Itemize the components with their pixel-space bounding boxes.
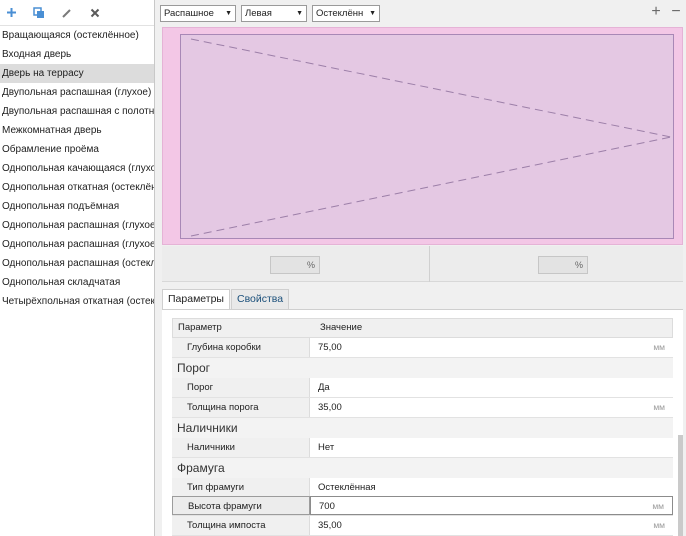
value-text: 700 bbox=[319, 501, 335, 512]
value-text: 35,00 bbox=[318, 520, 342, 531]
right-percent-field[interactable]: % bbox=[538, 256, 588, 274]
minus-icon[interactable]: − bbox=[668, 4, 684, 20]
unit-label: мм bbox=[652, 501, 664, 511]
unit-label: мм bbox=[653, 402, 665, 412]
opening-type-select[interactable]: Распашное ▼ bbox=[160, 4, 236, 22]
param-name: Глубина коробки bbox=[172, 338, 310, 357]
table-row[interactable]: Высота фрамуги 700 мм bbox=[172, 496, 673, 516]
percent-unit: % bbox=[574, 260, 583, 270]
chevron-down-icon: ▼ bbox=[369, 9, 376, 17]
tab-parameters[interactable]: Параметры bbox=[162, 289, 230, 309]
type-list-item[interactable]: Входная дверь bbox=[0, 45, 154, 64]
column-header-value: Значение bbox=[320, 322, 363, 333]
transom-height-input[interactable]: 700 мм bbox=[310, 496, 673, 515]
opening-toolbar: Распашное ▼ Левая ▼ Остеклённ ▼ + − bbox=[160, 0, 686, 26]
param-name: Толщина порога bbox=[172, 398, 310, 417]
table-row[interactable]: Наличники Нет bbox=[172, 438, 673, 458]
type-list-item[interactable]: Однопольная подъёмная bbox=[0, 197, 154, 216]
table-row[interactable]: Толщина импоста 35,00 мм bbox=[172, 516, 673, 536]
property-grid: Параметр Значение Глубина коробки 75,00 … bbox=[162, 309, 683, 536]
type-list-item[interactable]: Однопольная распашная (глухое т bbox=[0, 235, 154, 254]
tab-bar: Параметры Свойства bbox=[162, 289, 290, 309]
table-row[interactable]: Порог Да bbox=[172, 378, 673, 398]
type-list-item[interactable]: Однопольная распашная (остеклё bbox=[0, 254, 154, 273]
param-value[interactable]: Нет bbox=[310, 438, 673, 457]
type-list-item[interactable]: Двупольная распашная (глухое) bbox=[0, 83, 154, 102]
divider bbox=[429, 246, 430, 282]
param-name: Тип фрамуги bbox=[172, 478, 310, 497]
type-list-item[interactable]: Однопольная откатная (остеклённ bbox=[0, 178, 154, 197]
unit-label: мм bbox=[653, 342, 665, 352]
door-type-list: Вращающаяся (остеклённое) Входная дверь … bbox=[0, 26, 154, 311]
param-value[interactable]: 75,00 мм bbox=[310, 338, 673, 357]
column-header-parameter: Параметр bbox=[178, 322, 222, 333]
value-text: 75,00 bbox=[318, 342, 342, 353]
type-list-item-selected[interactable]: Дверь на террасу bbox=[0, 64, 154, 83]
left-percent-field[interactable]: % bbox=[270, 256, 320, 274]
edit-icon[interactable] bbox=[60, 6, 74, 20]
value-text: Да bbox=[318, 382, 330, 393]
table-row[interactable]: Толщина порога 35,00 мм bbox=[172, 398, 673, 418]
chevron-down-icon: ▼ bbox=[225, 9, 232, 17]
param-value[interactable]: Да bbox=[310, 378, 673, 397]
value-text: Остеклённая bbox=[318, 482, 376, 493]
param-value[interactable]: Остеклённая bbox=[310, 478, 673, 497]
param-name: Высота фрамуги bbox=[172, 496, 310, 515]
size-ratio-row: % % bbox=[162, 246, 683, 282]
copy-icon[interactable] bbox=[32, 6, 46, 20]
type-list-item[interactable]: Межкомнатная дверь bbox=[0, 121, 154, 140]
type-list-item[interactable]: Четырёхпольная откатная (остекл bbox=[0, 292, 154, 311]
fill-select[interactable]: Остеклённ ▼ bbox=[312, 4, 380, 22]
chevron-down-icon: ▼ bbox=[296, 9, 303, 17]
type-toolbar bbox=[0, 0, 154, 26]
table-row[interactable]: Тип фрамуги Остеклённая bbox=[172, 478, 673, 498]
tab-properties[interactable]: Свойства bbox=[230, 289, 290, 309]
grid-header: Параметр Значение bbox=[172, 318, 673, 338]
value-text: Нет bbox=[318, 442, 335, 453]
door-preview-panel[interactable] bbox=[180, 34, 674, 239]
unit-label: мм bbox=[653, 520, 665, 530]
side-select[interactable]: Левая ▼ bbox=[241, 4, 307, 22]
param-name: Толщина импоста bbox=[172, 516, 310, 535]
group-header-transom[interactable]: Фрамуга bbox=[172, 458, 673, 478]
group-header-threshold[interactable]: Порог bbox=[172, 358, 673, 378]
type-list-item[interactable]: Однопольная распашная (глухое с bbox=[0, 216, 154, 235]
delete-icon[interactable] bbox=[88, 6, 102, 20]
type-list-item[interactable]: Вращающаяся (остеклённое) bbox=[0, 26, 154, 45]
table-row[interactable]: Глубина коробки 75,00 мм bbox=[172, 338, 673, 358]
param-value[interactable]: 35,00 мм bbox=[310, 398, 673, 417]
door-preview-frame bbox=[162, 27, 683, 245]
percent-unit: % bbox=[306, 260, 315, 270]
type-list-item[interactable]: Однопольная складчатая bbox=[0, 273, 154, 292]
fill-value: Остеклённ bbox=[316, 7, 364, 19]
group-header-trim[interactable]: Наличники bbox=[172, 418, 673, 438]
type-list-item[interactable]: Однопольная качающаяся (глухое bbox=[0, 159, 154, 178]
scrollbar[interactable] bbox=[678, 435, 683, 536]
param-name: Порог bbox=[172, 378, 310, 397]
opening-type-value: Распашное bbox=[164, 7, 214, 19]
add-icon[interactable] bbox=[4, 6, 18, 20]
side-value: Левая bbox=[245, 7, 272, 19]
param-name: Наличники bbox=[172, 438, 310, 457]
door-type-panel: Вращающаяся (остеклённое) Входная дверь … bbox=[0, 0, 155, 536]
plus-icon[interactable]: + bbox=[648, 4, 664, 20]
type-list-item[interactable]: Двупольная распашная с полотна bbox=[0, 102, 154, 121]
type-list-item[interactable]: Обрамление проёма bbox=[0, 140, 154, 159]
value-text: 35,00 bbox=[318, 402, 342, 413]
door-opening-lines bbox=[190, 38, 672, 237]
param-value[interactable]: 35,00 мм bbox=[310, 516, 673, 535]
